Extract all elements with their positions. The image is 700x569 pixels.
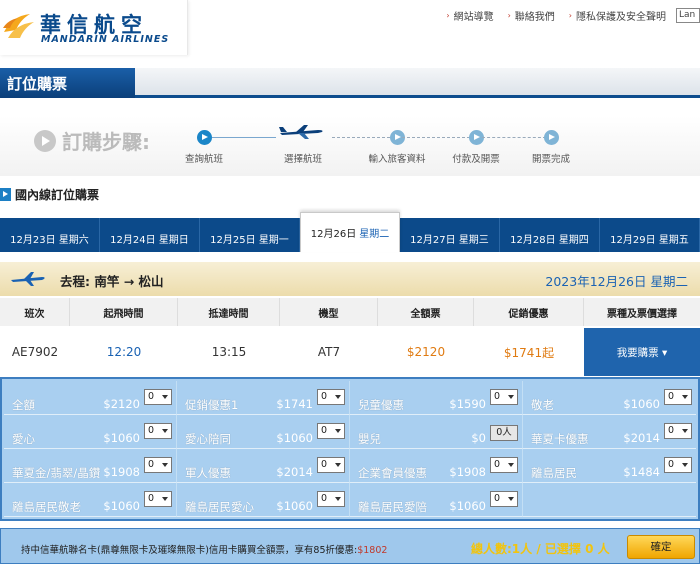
quantity-select[interactable]: 0 — [490, 389, 518, 405]
title-bar: 訂位購票 — [0, 68, 700, 98]
booking-steps: 訂購步驟: 查詢航班 選擇航班 輸入旅客資料 付款及開票 開票完成 — [0, 116, 700, 176]
departure-time: 12:20 — [106, 345, 142, 359]
logo-wing-icon — [3, 14, 34, 38]
promo-fare: $1741起 — [503, 345, 555, 360]
top-link-sitemap[interactable]: › 網站導覽 — [446, 8, 493, 23]
flight-row: AE7902 12:20 13:15 AT7 $2120 $1741起 我要購票… — [0, 328, 700, 376]
column-header: 起飛時間 — [70, 298, 178, 326]
quantity-select[interactable]: 0 — [317, 491, 345, 507]
fare-option: 離島居民愛心 $1060 0 — [177, 483, 350, 517]
column-header: 全額票 — [378, 298, 474, 326]
column-header: 班次 — [0, 298, 70, 326]
route-text: 去程: 南竿 → 松山 — [60, 274, 164, 289]
fare-option: 愛心 $1060 0 — [4, 415, 177, 449]
step-connector — [212, 137, 276, 138]
quantity-select[interactable]: 0 — [664, 457, 692, 473]
play-icon — [34, 129, 56, 152]
plane-icon — [11, 272, 45, 286]
brand-logo[interactable]: 華信航空 MANDARIN AIRLINES — [0, 0, 188, 55]
fare-option: 全額 $2120 0 — [4, 381, 177, 415]
fare-option: 敬老 $1060 0 — [523, 381, 696, 415]
confirm-button[interactable]: 確定 — [627, 535, 695, 559]
top-links: › 網站導覽 › 聯絡我們 › 隱私保護及安全聲明 Lan — [432, 8, 700, 23]
aircraft-type: AT7 — [317, 345, 341, 359]
step-arrow-icon — [196, 130, 212, 145]
full-fare: $2120 — [406, 345, 446, 359]
fare-option: 華夏卡優惠 $2014 0 — [523, 415, 696, 449]
route-date: 2023年12月26日 星期二 — [545, 274, 688, 289]
fare-option: 華夏金/翡翠/晶鑽 $1908 0 — [4, 449, 177, 483]
top-link-privacy[interactable]: › 隱私保護及安全聲明 — [569, 8, 666, 23]
fare-grid: 全額 $2120 0 促銷優惠1 $1741 0 兒童優惠 $1590 0 敬老 $1060 0… — [4, 381, 696, 517]
date-tab[interactable]: 12月28日 星期四 — [500, 218, 600, 252]
fare-empty-cell — [523, 483, 696, 517]
fare-option: 離島居民敬老 $1060 0 — [4, 483, 177, 517]
column-header: 促銷優惠 — [474, 298, 584, 326]
top-link-contact[interactable]: › 聯絡我們 — [508, 8, 555, 23]
step-payment: 付款及開票 — [449, 130, 503, 165]
quantity-select[interactable]: 0 — [144, 457, 172, 473]
discount-amount: $1802 — [357, 545, 388, 556]
column-header: 抵達時間 — [178, 298, 280, 326]
quantity-select[interactable]: 0 — [664, 423, 692, 439]
language-select[interactable]: Lan — [676, 8, 700, 23]
fare-option: 軍人優惠 $2014 0 — [177, 449, 350, 483]
step-passenger-info: 輸入旅客資料 — [366, 130, 428, 165]
date-tab[interactable]: 12月24日 星期日 — [100, 218, 200, 252]
chevron-right-icon: › — [446, 11, 450, 20]
fare-option: 嬰兒 $0 0人 — [350, 415, 523, 449]
chevron-right-icon: › — [507, 11, 511, 20]
flight-table-header: 班次 起飛時間 抵達時間 機型 全額票 促銷優惠 票種及票價選擇 — [0, 298, 700, 326]
infant-quantity-display: 0人 — [490, 425, 518, 441]
quantity-select[interactable]: 0 — [144, 389, 172, 405]
date-tab[interactable]: 12月27日 星期三 — [400, 218, 500, 252]
fare-selection-panel: 全額 $2120 0 促銷優惠1 $1741 0 兒童優惠 $1590 0 敬老 $1060 0… — [0, 377, 700, 521]
check-icon — [543, 130, 559, 145]
route-bar: 去程: 南竿 → 松山 2023年12月26日 星期二 — [0, 262, 700, 296]
step-search: 查詢航班 — [184, 130, 224, 165]
quantity-select[interactable]: 0 — [490, 491, 518, 507]
arrival-time: 13:15 — [211, 345, 247, 359]
chevron-right-icon: › — [568, 11, 572, 20]
site-header: 華信航空 MANDARIN AIRLINES › 網站導覽 › 聯絡我們 › 隱私保護… — [0, 0, 700, 66]
date-tab[interactable]: 12月25日 星期一 — [200, 218, 300, 252]
quantity-select[interactable]: 0 — [490, 457, 518, 473]
steps-label: 訂購步驟: — [34, 126, 150, 155]
fare-option: 離島居民 $1484 0 — [523, 449, 696, 483]
buy-ticket-button[interactable]: 我要購票 ▾ — [584, 328, 700, 376]
date-tab-selected[interactable]: 12月26日 星期二 — [300, 212, 400, 252]
date-tab[interactable]: 12月29日 星期五 — [600, 218, 700, 252]
footer-bar: 持中信華航聯名卡(鼎尊無限卡及璀璨無限卡)信用卡購買全額票，享有85折優惠:$1… — [0, 528, 700, 564]
section-heading: 國內線訂位購票 — [0, 186, 99, 203]
step-complete: 開票完成 — [529, 130, 573, 165]
fare-option: 促銷優惠1 $1741 0 — [177, 381, 350, 415]
card-discount-note: 持中信華航聯名卡(鼎尊無限卡及璀璨無限卡)信用卡購買全額票，享有85折優惠:$1… — [21, 545, 388, 556]
quantity-select[interactable]: 0 — [317, 457, 345, 473]
fare-option: 離島居民愛陪 $1060 0 — [350, 483, 523, 517]
fare-option: 企業會員優惠 $1908 0 — [350, 449, 523, 483]
date-tabs: 12月23日 星期六 12月24日 星期日 12月25日 星期一 12月26日星… — [0, 212, 700, 252]
quantity-select[interactable]: 0 — [317, 423, 345, 439]
column-header: 機型 — [280, 298, 378, 326]
column-header: 票種及票價選擇 — [607, 308, 677, 320]
date-tab[interactable]: 12月23日 星期六 — [0, 218, 100, 252]
fare-option: 愛心陪同 $1060 0 — [177, 415, 350, 449]
play-icon — [0, 188, 11, 201]
quantity-select[interactable]: 0 — [664, 389, 692, 405]
step-select-flight: 選擇航班 — [283, 154, 322, 165]
page-title: 訂位購票 — [0, 68, 135, 98]
passenger-count: 總人數:1人 / 已選擇 0 人 — [471, 542, 610, 556]
flight-number: AE7902 — [11, 345, 59, 359]
quantity-select[interactable]: 0 — [144, 491, 172, 507]
quantity-select[interactable]: 0 — [317, 389, 345, 405]
quantity-select[interactable]: 0 — [144, 423, 172, 439]
brand-name-en: MANDARIN AIRLINES — [41, 34, 170, 45]
fare-option: 兒童優惠 $1590 0 — [350, 381, 523, 415]
